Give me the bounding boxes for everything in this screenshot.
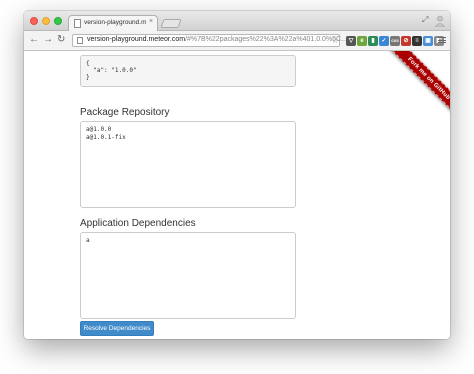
browser-window: version-playground.meteor.com × ⤢ ← → ↻ … (24, 11, 450, 339)
fullscreen-icon[interactable]: ⤢ (422, 15, 428, 25)
css-icon[interactable]: css (390, 36, 400, 46)
address-bar[interactable]: version-playground.meteor.com/#%7B%22pac… (72, 34, 347, 47)
tab-close-icon[interactable]: × (149, 18, 153, 25)
resolve-dependencies-button[interactable]: Resolve Dependencies (80, 321, 154, 336)
back-icon[interactable]: ← (29, 34, 39, 46)
hangouts-icon[interactable]: ▮ (368, 36, 378, 46)
minimize-window-button[interactable] (42, 17, 50, 25)
application-dependencies-textarea[interactable]: a (80, 232, 296, 319)
new-tab-button[interactable] (160, 19, 182, 28)
screenshot-icon[interactable]: ▣ (423, 36, 433, 46)
buffer-icon[interactable]: ≡ (412, 36, 422, 46)
fork-me-ribbon-label[interactable]: Fork me on GitHub (381, 51, 450, 122)
browser-toolbar: ← → ↻ version-playground.meteor.com/#%7B… (24, 31, 450, 51)
close-window-button[interactable] (30, 17, 38, 25)
bookmark-star-icon[interactable]: ☆ (331, 35, 339, 46)
package-repository-textarea[interactable]: a@1.0.0 a@1.0.1-fix (80, 121, 296, 208)
red-ext-icon[interactable]: ⊘ (401, 36, 411, 46)
application-dependencies-heading: Application Dependencies (80, 218, 196, 229)
zoom-window-button[interactable] (54, 17, 62, 25)
reload-icon[interactable]: ↻ (57, 34, 65, 46)
constraints-json: { "a": "1.0.0" } (86, 60, 137, 81)
forward-icon[interactable]: → (43, 34, 53, 46)
tab-title: version-playground.meteor.com (84, 19, 146, 26)
package-repository-heading: Package Repository (80, 107, 170, 118)
profile-icon[interactable] (435, 15, 445, 27)
title-bar: version-playground.meteor.com × ⤢ (24, 11, 450, 31)
constraints-code-block: { "a": "1.0.0" } (80, 55, 296, 87)
browser-tab[interactable]: version-playground.meteor.com × (68, 15, 158, 31)
pocket-icon[interactable]: ▽ (346, 36, 356, 46)
page-favicon-icon (74, 19, 81, 28)
chrome-menu-icon[interactable] (438, 36, 446, 44)
evernote-icon[interactable]: e (357, 36, 367, 46)
github-ribbon[interactable]: Fork me on GitHub (379, 51, 450, 122)
url-text: version-playground.meteor.com/#%7B%22pac… (87, 36, 347, 43)
page-icon (77, 37, 83, 44)
blue-ext-icon[interactable]: ✓ (379, 36, 389, 46)
